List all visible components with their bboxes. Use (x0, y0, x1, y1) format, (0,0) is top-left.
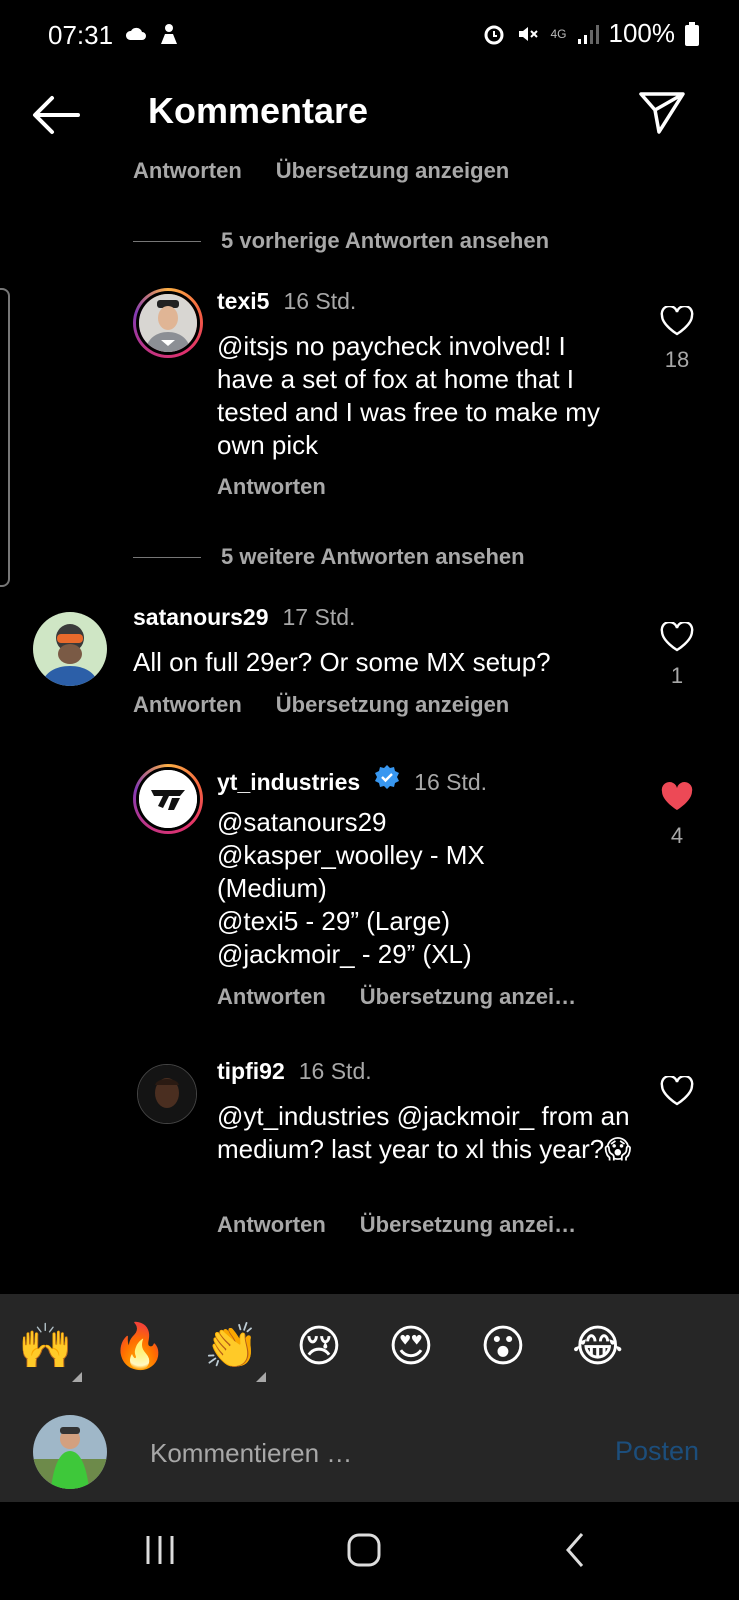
send-icon[interactable] (637, 88, 687, 138)
avatar-image (33, 612, 107, 686)
translate-button[interactable]: Übersetzung anzei… (360, 984, 576, 1010)
quick-emoji-bar: 🙌 🔥 👏 😢 😍 😮 😂 (0, 1294, 739, 1402)
app-icon (161, 24, 177, 44)
comment-line: @satanours29 (217, 807, 387, 837)
timestamp: 16 Std. (414, 769, 488, 795)
cloud-icon (125, 27, 146, 40)
comment-line: @jackmoir_ - 29” (XL) (217, 939, 472, 969)
comment-text: @satanours29 @kasper_woolley - MX (Mediu… (217, 806, 537, 971)
reply-button[interactable]: Antworten (217, 984, 326, 1010)
comment-text: @yt_industries @jackmoir_ from an medium… (217, 1101, 632, 1164)
avatar-image (138, 1065, 196, 1123)
emoji-tears-of-joy[interactable]: 😂 (572, 1322, 623, 1372)
emoji-surprised[interactable]: 😮 (480, 1322, 526, 1372)
battery-percent: 100% (608, 18, 676, 48)
mention-link[interactable]: @itsjs (217, 331, 288, 361)
divider-line (133, 556, 201, 558)
emoji-crying[interactable]: 😢 (296, 1322, 342, 1372)
avatar[interactable] (137, 1064, 197, 1124)
heart-outline-icon (660, 304, 694, 336)
reply-button[interactable]: Antworten (133, 158, 242, 184)
alarm-icon (484, 25, 504, 44)
home-icon[interactable] (345, 1530, 385, 1570)
current-user-avatar (33, 1415, 107, 1489)
system-nav-bar (0, 1502, 739, 1600)
emoji-heart-eyes[interactable]: 😍 (388, 1322, 434, 1372)
heart-outline-icon (660, 620, 694, 652)
like-button[interactable]: 4 (657, 782, 697, 849)
emoji-variants-indicator (256, 1372, 266, 1382)
data-icon: 4G (550, 26, 567, 41)
view-more-replies[interactable]: 5 weitere Antworten ansehen (133, 544, 525, 570)
username[interactable]: texi5 (217, 288, 269, 315)
comment-composer: Posten (0, 1402, 739, 1502)
avatar[interactable] (33, 612, 107, 686)
timestamp: 16 Std. (283, 288, 357, 314)
back-nav-icon[interactable] (556, 1530, 596, 1570)
emoji-variants-indicator (72, 1372, 82, 1382)
username[interactable]: yt_industries (217, 769, 360, 796)
divider-line (133, 240, 201, 242)
comment-input[interactable] (148, 1432, 582, 1474)
comment-line: @texi5 - 29” (Large) (217, 906, 451, 936)
comments-feed[interactable]: Antworten Übersetzung anzeigen 5 vorheri… (0, 158, 739, 1294)
back-arrow-icon[interactable] (30, 92, 82, 138)
like-count: 18 (664, 347, 690, 372)
username[interactable]: tipfi92 (217, 1058, 285, 1085)
page-title: Kommentare (148, 90, 369, 131)
cut-off-comment-actions: Antworten Übersetzung anzeigen (133, 158, 509, 184)
comment-line: @kasper_woolley - MX (Medium) (217, 840, 485, 903)
status-time: 07:31 (48, 20, 114, 50)
reply-button[interactable]: Antworten (217, 474, 326, 500)
battery-icon (685, 21, 699, 46)
like-count: 4 (670, 823, 684, 848)
emoji-raising-hands[interactable]: 🙌 (18, 1322, 73, 1372)
comment-text: @itsjs no paycheck involved! I have a se… (217, 331, 600, 460)
header: Kommentare (0, 70, 739, 158)
avatar-image (33, 1415, 107, 1489)
like-button[interactable]: 18 (657, 304, 697, 373)
timestamp: 17 Std. (282, 604, 356, 630)
like-count: 1 (670, 663, 684, 688)
yt-logo-icon (139, 770, 197, 828)
like-button[interactable]: 1 (657, 620, 697, 689)
post-button[interactable]: Posten (615, 1436, 699, 1467)
reply-button[interactable]: Antworten (217, 1212, 326, 1238)
translate-button[interactable]: Übersetzung anzei… (360, 1212, 576, 1238)
recent-apps-icon[interactable] (140, 1530, 180, 1570)
signal-icon (577, 24, 599, 44)
translate-button[interactable]: Übersetzung anzeigen (276, 692, 509, 718)
timestamp: 16 Std. (298, 1058, 372, 1084)
emoji-fire[interactable]: 🔥 (112, 1322, 167, 1372)
username[interactable]: satanours29 (133, 604, 269, 631)
verified-badge-icon (375, 765, 400, 789)
heart-filled-icon (661, 782, 693, 810)
mute-icon (519, 26, 539, 41)
avatar-image (139, 294, 197, 352)
heart-outline-icon (660, 1074, 694, 1106)
translate-button[interactable]: Übersetzung anzeigen (276, 158, 509, 184)
comment-text: All on full 29er? Or some MX setup? (133, 647, 551, 677)
view-previous-replies[interactable]: 5 vorherige Antworten ansehen (133, 228, 549, 254)
status-bar: 07:31 4G 100% (0, 0, 739, 70)
emoji-clapping[interactable]: 👏 (204, 1322, 259, 1372)
reply-button[interactable]: Antworten (133, 692, 242, 718)
like-button[interactable] (657, 1074, 697, 1111)
avatar[interactable] (133, 764, 203, 834)
avatar[interactable] (133, 288, 203, 358)
